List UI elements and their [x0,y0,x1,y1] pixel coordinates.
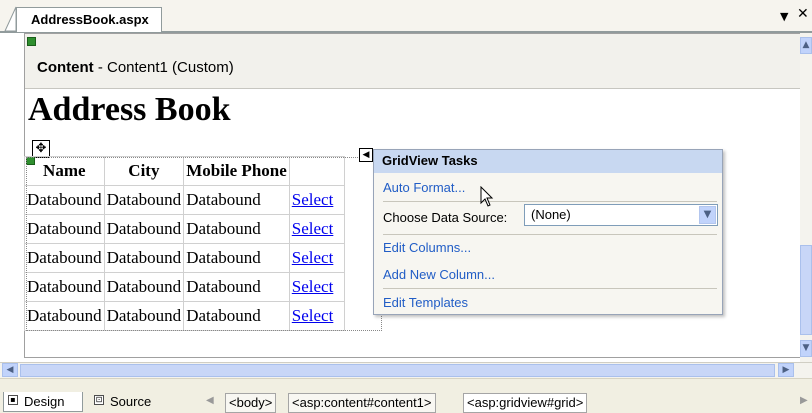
column-header-city: City [103,156,185,186]
select-link[interactable]: Select [288,272,345,302]
scrollbar-thumb[interactable] [800,245,812,335]
add-new-column-link[interactable]: Add New Column... [383,267,495,282]
document-tab-strip: AddressBook.aspx ▼ ✕ [0,0,812,32]
cell-mobile-phone: Databound [183,301,290,331]
tab-addressbook-aspx[interactable]: AddressBook.aspx [16,7,162,32]
cell-city: Databound [103,214,185,244]
smart-tag-arrow-icon[interactable]: ◀ [359,148,373,162]
content-title: Content - Content1 (Custom) [37,59,234,76]
cell-name: Databound [24,214,105,244]
gridview-tasks-panel: GridView Tasks Auto Format... Choose Dat… [373,149,723,315]
edit-templates-link[interactable]: Edit Templates [383,295,468,310]
view-bar: ▪ Design ⊡ Source ◀ <body> <asp:content#… [0,378,812,413]
breadcrumb-body[interactable]: <body> [225,393,277,413]
cell-city: Databound [103,243,185,273]
table-row: Databound Databound Databound Select [24,243,345,273]
close-icon[interactable]: ✕ [797,6,809,22]
cell-name: Databound [24,301,105,331]
cell-city: Databound [103,301,185,331]
cell-city: Databound [103,185,185,215]
scroll-down-icon[interactable]: ▼ [800,340,812,357]
horizontal-scrollbar[interactable]: ◀ ▶ [0,362,812,378]
mouse-cursor-icon [480,186,494,207]
breadcrumb-back-icon[interactable]: ◀ [206,395,214,406]
tab-title: AddressBook.aspx [31,12,149,27]
select-link[interactable]: Select [288,185,345,215]
page-heading: Address Book [28,91,231,128]
breadcrumb-gridview[interactable]: <asp:gridview#grid> [463,393,588,413]
table-row: Databound Databound Databound Select [24,272,345,302]
separator [383,288,717,289]
cell-name: Databound [24,272,105,302]
choose-data-source-label: Choose Data Source: [383,210,508,225]
select-link[interactable]: Select [288,243,345,273]
design-surface[interactable]: Content - Content1 (Custom) Address Book… [0,33,800,362]
scrollbar-thumb[interactable] [20,364,775,377]
table-row: Databound Databound Databound Select [24,214,345,244]
scroll-left-icon[interactable]: ◀ [2,363,18,377]
scroll-right-icon[interactable]: ▶ [778,363,794,377]
select-link[interactable]: Select [288,301,345,331]
cell-mobile-phone: Databound [183,185,290,215]
tab-source-label: Source [110,394,152,409]
tab-design[interactable]: ▪ Design [3,392,83,412]
content-marker-icon [27,37,36,46]
chevron-down-icon[interactable]: ▼ [780,10,788,23]
gridview-table[interactable]: Name City Mobile Phone Databound Databou… [24,156,345,331]
breadcrumb-content1[interactable]: <asp:content#content1> [288,393,436,413]
separator [383,234,717,235]
cell-mobile-phone: Databound [183,243,290,273]
chevron-down-icon[interactable]: ▼ [699,206,716,224]
cell-mobile-phone: Databound [183,272,290,302]
edit-columns-link[interactable]: Edit Columns... [383,240,471,255]
tab-source[interactable]: ⊡ Source [90,392,160,412]
table-header-row: Name City Mobile Phone [24,156,345,186]
breadcrumb-forward-icon[interactable]: ▶ [800,395,808,406]
table-row: Databound Databound Databound Select [24,301,345,331]
column-header-select [288,156,345,186]
data-source-select[interactable]: (None) ▼ [524,204,718,226]
select-link[interactable]: Select [288,214,345,244]
cell-mobile-phone: Databound [183,214,290,244]
vertical-scrollbar[interactable]: ▲ ▼ [800,33,812,362]
cell-name: Databound [24,243,105,273]
data-source-value: (None) [531,207,571,222]
content-header: Content - Content1 (Custom) [25,34,800,89]
table-row: Databound Databound Databound Select [24,185,345,215]
column-header-mobile-phone: Mobile Phone [183,156,290,186]
design-view-icon: ▪ [8,395,18,405]
tasks-panel-title: GridView Tasks [374,150,722,173]
cell-name: Databound [24,185,105,215]
source-view-icon: ⊡ [94,395,104,405]
column-header-name: Name [24,156,105,186]
cell-city: Databound [103,272,185,302]
tab-design-label: Design [24,394,65,409]
separator [383,201,717,202]
scroll-up-icon[interactable]: ▲ [800,37,812,54]
auto-format-link[interactable]: Auto Format... [383,180,465,195]
